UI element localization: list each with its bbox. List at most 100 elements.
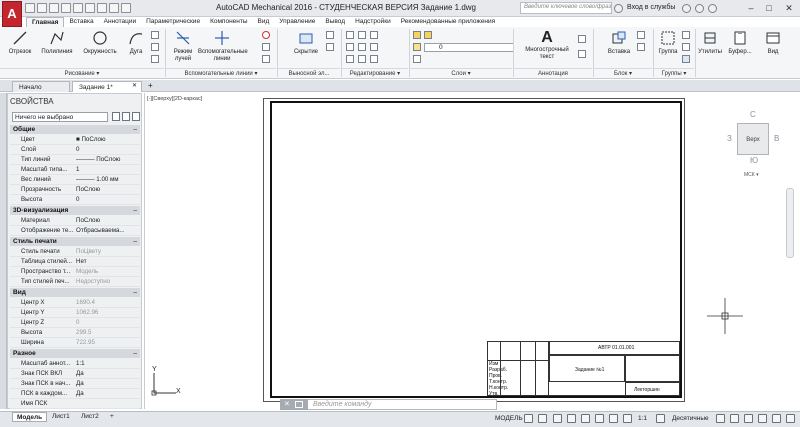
tab-insert[interactable]: Вставка — [64, 17, 98, 27]
property-value[interactable]: ПоСлою — [76, 216, 140, 226]
toggle-pickadd-icon[interactable] — [112, 112, 120, 121]
command-settings-icon[interactable] — [295, 401, 303, 408]
property-value[interactable]: 1:1 — [76, 359, 140, 369]
exchange-icon[interactable] — [682, 4, 691, 13]
block-group-label[interactable]: Блок ▾ — [594, 68, 652, 78]
leader-icon[interactable] — [578, 50, 586, 58]
wcs-dropdown[interactable]: МСК ▾ — [744, 172, 759, 178]
property-value[interactable]: ПоСлою — [76, 185, 140, 195]
property-section-header[interactable]: Стиль печати – — [10, 237, 140, 246]
layout-tab-sheet2[interactable]: Лист2 — [77, 412, 103, 422]
property-value[interactable]: Недоступно — [76, 277, 140, 287]
help-icon[interactable] — [708, 4, 717, 13]
property-value[interactable]: 0 — [76, 145, 140, 155]
ray-mode-button[interactable]: Режим лучей — [170, 30, 196, 63]
mtext-button[interactable]: A Многострочный текст — [522, 29, 572, 61]
viewcube-south[interactable]: Ю — [750, 156, 758, 165]
annotation-scale[interactable]: 1:1 — [638, 414, 647, 424]
annotation-visibility-icon[interactable] — [623, 414, 632, 423]
navigation-bar[interactable] — [786, 188, 794, 258]
add-layout-button[interactable]: + — [106, 412, 118, 422]
snap-toggle-icon[interactable] — [538, 414, 547, 423]
redo-icon[interactable] — [97, 3, 107, 13]
property-row[interactable]: Центр X 1690.4 — [10, 298, 140, 308]
layer-state-icon[interactable] — [424, 31, 432, 39]
tab-components[interactable]: Компоненты — [205, 17, 252, 27]
layout-tab-model[interactable]: Модель — [12, 412, 48, 422]
detail-icon[interactable] — [326, 31, 334, 39]
groups-group-label[interactable]: Группы ▾ — [654, 68, 694, 78]
create-block-icon[interactable] — [637, 31, 645, 39]
property-row[interactable]: Знак ПСК ВКЛ Да — [10, 369, 140, 379]
property-value[interactable]: 1 — [76, 165, 140, 175]
collapse-icon[interactable]: – — [133, 206, 137, 215]
record-icon[interactable] — [262, 31, 270, 39]
group-button[interactable]: Группа — [656, 30, 680, 56]
ungroup-icon[interactable] — [682, 31, 690, 39]
trim-icon[interactable] — [370, 31, 378, 39]
property-row[interactable]: Слой 0 — [10, 145, 140, 155]
property-row[interactable]: Материал ПоСлою — [10, 216, 140, 226]
save-as-icon[interactable] — [61, 3, 71, 13]
viewcube-north[interactable]: С — [750, 110, 756, 119]
polar-toggle-icon[interactable] — [567, 414, 576, 423]
property-row[interactable]: Высота 299.5 — [10, 328, 140, 338]
layer-iso-icon[interactable] — [413, 55, 421, 63]
model-space-button[interactable]: МОДЕЛЬ — [495, 414, 523, 424]
open-file-icon[interactable] — [37, 3, 47, 13]
clipboard-button[interactable]: Буфер... — [727, 30, 753, 56]
viewport-controls[interactable]: [-][Сверху][2D-каркас] — [147, 96, 202, 102]
arc-button[interactable]: Дуга — [124, 30, 148, 56]
viewcube-face[interactable]: Верх — [737, 123, 769, 155]
circle-button[interactable]: Окружность — [80, 30, 120, 56]
workspace-switch-icon[interactable] — [656, 414, 665, 423]
property-value[interactable]: 722.95 — [76, 338, 140, 348]
layout-tab-sheet1[interactable]: Лист1 — [48, 412, 74, 422]
isolate-objects-icon[interactable] — [730, 414, 739, 423]
property-value[interactable]: 0 — [76, 195, 140, 205]
utilities-button[interactable]: Утилиты — [697, 30, 723, 56]
grid-toggle-icon[interactable] — [524, 414, 533, 423]
view-button[interactable]: Вид — [760, 30, 786, 56]
array-icon[interactable] — [370, 55, 378, 63]
hardware-acceleration-icon[interactable] — [744, 414, 753, 423]
tab-manage[interactable]: Управление — [274, 17, 320, 27]
rotate-icon[interactable] — [358, 31, 366, 39]
aux-group-label[interactable]: Вспомогательные линии ▾ — [166, 68, 276, 78]
tab-home[interactable]: Главная — [26, 17, 65, 27]
modify-group-label[interactable]: Редактирование ▾ — [342, 68, 408, 78]
property-row[interactable]: Тип линий ——— ПоСлою — [10, 155, 140, 165]
property-value[interactable]: ——— 1.00 мм — [76, 175, 140, 185]
property-value[interactable]: ■ ПоСлою — [76, 135, 140, 145]
property-value[interactable]: 1690.4 — [76, 298, 140, 308]
units-dropdown[interactable]: Десятичные — [672, 414, 709, 424]
property-row[interactable]: Высота 0 — [10, 195, 140, 205]
scale-icon[interactable] — [358, 55, 366, 63]
property-row[interactable]: ПСК в каждом... Да — [10, 389, 140, 399]
property-row[interactable]: Ширина 722.95 — [10, 338, 140, 348]
property-value[interactable]: 1062.96 — [76, 308, 140, 318]
section-icon[interactable] — [326, 43, 334, 51]
clean-screen-icon[interactable] — [758, 414, 767, 423]
ortho-toggle-icon[interactable] — [553, 414, 562, 423]
property-value[interactable]: Да — [76, 379, 140, 389]
property-value[interactable]: ——— ПоСлою — [76, 155, 140, 165]
quick-select-icon[interactable] — [132, 112, 140, 121]
hatch-icon[interactable] — [151, 43, 159, 51]
tab-addins[interactable]: Надстройки — [350, 17, 396, 27]
tab-parametric[interactable]: Параметрические — [141, 17, 205, 27]
share-icon[interactable] — [121, 3, 131, 13]
palette-strip[interactable] — [0, 93, 7, 409]
plot-icon[interactable] — [73, 3, 83, 13]
new-file-icon[interactable] — [25, 3, 35, 13]
lineweight-toggle-icon[interactable] — [609, 414, 618, 423]
workspace-icon[interactable] — [109, 3, 119, 13]
polyline-button[interactable]: Полилиния — [40, 30, 74, 56]
property-section-header[interactable]: 3D-визуализация – — [10, 206, 140, 215]
close-tab-icon[interactable]: ✕ — [132, 82, 137, 89]
property-row[interactable]: Центр Y 1062.96 — [10, 308, 140, 318]
property-value[interactable]: Да — [76, 389, 140, 399]
undo-icon[interactable] — [85, 3, 95, 13]
property-row[interactable]: Масштаб аннот... 1:1 — [10, 359, 140, 369]
grid-icon[interactable] — [262, 55, 270, 63]
